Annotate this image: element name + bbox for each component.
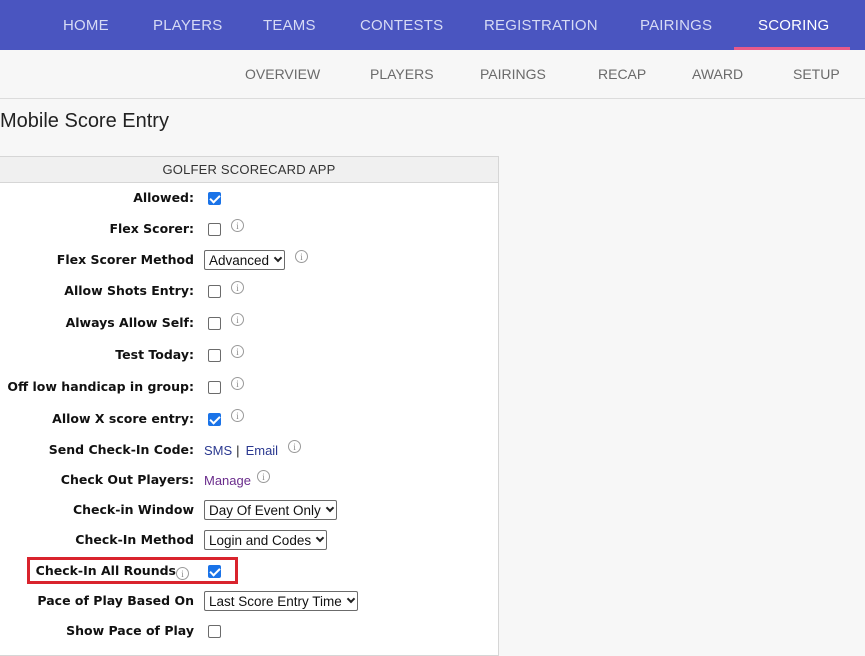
setting-row-send-check-in-code: Send Check-In Code: SMS | Email i: [0, 438, 499, 462]
check-in-method-select[interactable]: Login and Codes: [204, 530, 328, 550]
annotation-highlight-box: [27, 557, 238, 584]
subnav-award[interactable]: AWARD: [692, 50, 743, 98]
setting-label: Flex Scorer Method: [56, 252, 194, 267]
info-icon[interactable]: i: [231, 312, 244, 326]
info-icon[interactable]: i: [256, 469, 270, 483]
allow-x-score-checkbox[interactable]: [208, 412, 221, 426]
setting-row-off-low-handicap: Off low handicap in group: i: [0, 375, 499, 399]
nav-scoring[interactable]: SCORING: [758, 0, 829, 50]
subnav-pairings[interactable]: PAIRINGS: [480, 50, 546, 98]
test-today-checkbox[interactable]: [208, 348, 221, 362]
setting-label: Test Today:: [115, 347, 194, 362]
info-icon[interactable]: i: [231, 376, 244, 390]
setting-label: Flex Scorer:: [109, 221, 194, 236]
link-separator: |: [236, 442, 240, 458]
off-low-handicap-checkbox[interactable]: [208, 380, 221, 394]
setting-row-show-pace-of-play: Show Pace of Play: [0, 619, 499, 643]
subnav-overview[interactable]: OVERVIEW: [245, 50, 320, 98]
setting-row-flex-scorer: Flex Scorer: i: [0, 217, 499, 241]
setting-label: Show Pace of Play: [66, 623, 194, 638]
setting-row-pace-of-play-based-on: Pace of Play Based On Last Score Entry T…: [0, 589, 499, 613]
chevron-down-icon: [315, 533, 325, 543]
setting-label: Check Out Players:: [60, 472, 194, 487]
info-icon[interactable]: i: [231, 280, 244, 294]
select-value: Advanced: [209, 252, 270, 268]
select-value: Day Of Event Only: [209, 502, 321, 518]
info-icon[interactable]: i: [231, 344, 244, 358]
setting-label: Check-in Window: [72, 502, 194, 517]
setting-label: Send Check-In Code:: [48, 442, 194, 457]
info-icon[interactable]: i: [295, 249, 309, 263]
nav-registration[interactable]: REGISTRATION: [484, 0, 598, 50]
nav-pairings[interactable]: PAIRINGS: [640, 0, 712, 50]
show-pace-of-play-checkbox[interactable]: [208, 624, 221, 638]
top-nav: HOME PLAYERS TEAMS CONTESTS REGISTRATION…: [0, 0, 865, 50]
check-in-window-select[interactable]: Day Of Event Only: [204, 500, 337, 520]
flex-scorer-method-select[interactable]: Advanced: [204, 250, 286, 270]
always-allow-self-checkbox[interactable]: [208, 316, 221, 330]
select-value: Login and Codes: [209, 532, 312, 548]
setting-row-flex-scorer-method: Flex Scorer Method Advanced i: [0, 248, 499, 272]
nav-teams[interactable]: TEAMS: [263, 0, 316, 50]
setting-row-allowed: Allowed:: [0, 186, 499, 210]
info-icon[interactable]: i: [231, 408, 244, 422]
subnav-setup[interactable]: SETUP: [793, 50, 840, 98]
setting-label: Check-In Method: [75, 532, 194, 547]
setting-row-check-in-window: Check-in Window Day Of Event Only: [0, 498, 499, 522]
nav-contests[interactable]: CONTESTS: [360, 0, 443, 50]
setting-label: Always Allow Self:: [65, 315, 194, 330]
subnav-players[interactable]: PLAYERS: [370, 50, 434, 98]
setting-label: Allow Shots Entry:: [64, 283, 194, 298]
setting-label: Pace of Play Based On: [37, 593, 194, 608]
panel-header: GOLFER SCORECARD APP: [0, 157, 498, 183]
setting-row-check-in-method: Check-In Method Login and Codes: [0, 528, 499, 552]
info-icon[interactable]: i: [231, 218, 244, 232]
allow-shots-entry-checkbox[interactable]: [208, 284, 221, 298]
setting-row-allow-shots-entry: Allow Shots Entry: i: [0, 279, 499, 303]
setting-label: Allow X score entry:: [52, 411, 194, 426]
sms-link[interactable]: SMS: [204, 443, 232, 458]
setting-label: Off low handicap in group:: [7, 379, 194, 394]
sub-nav: OVERVIEW PLAYERS PAIRINGS RECAP AWARD SE…: [0, 50, 865, 99]
pace-of-play-select[interactable]: Last Score Entry Time: [204, 591, 358, 611]
allowed-checkbox[interactable]: [208, 191, 221, 205]
chevron-down-icon: [273, 253, 283, 263]
email-link[interactable]: Email: [246, 443, 279, 458]
chevron-down-icon: [325, 503, 335, 513]
setting-row-check-out-players: Check Out Players: Manage i: [0, 468, 499, 492]
flex-scorer-checkbox[interactable]: [208, 222, 221, 236]
manage-link[interactable]: Manage: [204, 473, 251, 488]
setting-row-test-today: Test Today: i: [0, 343, 499, 367]
setting-row-always-allow-self: Always Allow Self: i: [0, 311, 499, 335]
setting-label: Allowed:: [133, 190, 194, 205]
nav-home[interactable]: HOME: [63, 0, 109, 50]
setting-row-allow-x-score: Allow X score entry: i: [0, 407, 499, 431]
page-title: Mobile Score Entry: [0, 110, 169, 132]
select-value: Last Score Entry Time: [209, 593, 342, 609]
chevron-down-icon: [346, 594, 356, 604]
nav-players[interactable]: PLAYERS: [153, 0, 223, 50]
info-icon[interactable]: i: [288, 439, 302, 453]
subnav-recap[interactable]: RECAP: [598, 50, 646, 98]
